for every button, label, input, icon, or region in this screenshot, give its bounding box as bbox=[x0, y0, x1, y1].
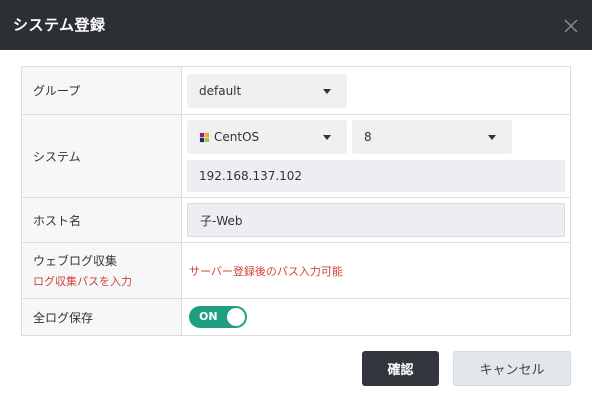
system-register-dialog: システム登録 グループ default システム CentOS 8 192.16… bbox=[0, 0, 592, 400]
hostname-field[interactable]: 子-Web bbox=[187, 203, 565, 237]
weblog-label-cell: ウェブログ収集 ログ収集パスを入力 bbox=[22, 243, 182, 298]
caret-down-icon bbox=[323, 135, 331, 140]
ip-address-value: 192.168.137.102 bbox=[199, 169, 303, 183]
system-row: システム CentOS 8 192.168.137.102 bbox=[22, 115, 570, 198]
weblog-row: ウェブログ収集 ログ収集パスを入力 サーバー登録後のパス入力可能 bbox=[22, 243, 570, 299]
host-label: ホスト名 bbox=[33, 213, 82, 228]
alllog-toggle[interactable]: ON bbox=[189, 306, 247, 328]
os-select-value: CentOS bbox=[214, 130, 260, 144]
ip-address-field[interactable]: 192.168.137.102 bbox=[187, 160, 565, 192]
caret-down-icon bbox=[323, 88, 331, 94]
toggle-knob bbox=[227, 308, 245, 326]
weblog-value-cell: サーバー登録後のパス入力可能 bbox=[182, 243, 570, 298]
toggle-on-text: ON bbox=[199, 310, 218, 323]
group-label-cell: グループ bbox=[22, 67, 182, 114]
group-select[interactable]: default bbox=[187, 73, 347, 108]
version-select-value: 8 bbox=[364, 130, 372, 144]
centos-logo-icon bbox=[199, 132, 210, 142]
weblog-notice: サーバー登録後のパス入力可能 bbox=[189, 264, 343, 278]
version-select[interactable]: 8 bbox=[352, 120, 512, 154]
group-value-cell: default bbox=[182, 67, 570, 114]
system-selects: CentOS 8 bbox=[187, 120, 565, 154]
group-select-value: default bbox=[199, 83, 242, 98]
weblog-label: ウェブログ収集 bbox=[33, 254, 118, 268]
registration-form: グループ default システム CentOS 8 192.168.137.1… bbox=[21, 66, 571, 336]
alllog-label: 全ログ保存 bbox=[33, 310, 94, 325]
caret-down-icon bbox=[488, 135, 496, 140]
group-row: グループ default bbox=[22, 67, 570, 115]
system-label: システム bbox=[33, 149, 81, 164]
dialog-title: システム登録 bbox=[13, 16, 106, 34]
host-value-cell: 子-Web bbox=[182, 198, 570, 242]
dialog-header: システム登録 bbox=[0, 0, 592, 50]
alllog-label-cell: 全ログ保存 bbox=[22, 299, 182, 335]
hostname-value: 子-Web bbox=[200, 213, 243, 228]
host-row: ホスト名 子-Web bbox=[22, 198, 570, 243]
confirm-button[interactable]: 確認 bbox=[362, 351, 439, 386]
alllog-row: 全ログ保存 ON bbox=[22, 299, 570, 335]
os-select[interactable]: CentOS bbox=[187, 120, 347, 154]
weblog-sublabel: ログ収集パスを入力 bbox=[33, 275, 132, 288]
host-label-cell: ホスト名 bbox=[22, 198, 182, 242]
group-label: グループ bbox=[33, 84, 81, 98]
close-icon[interactable] bbox=[562, 17, 580, 35]
system-label-cell: システム bbox=[22, 115, 182, 197]
alllog-value-cell: ON bbox=[182, 299, 570, 335]
system-value-cell: CentOS 8 192.168.137.102 bbox=[182, 115, 570, 197]
cancel-button[interactable]: キャンセル bbox=[453, 351, 571, 386]
